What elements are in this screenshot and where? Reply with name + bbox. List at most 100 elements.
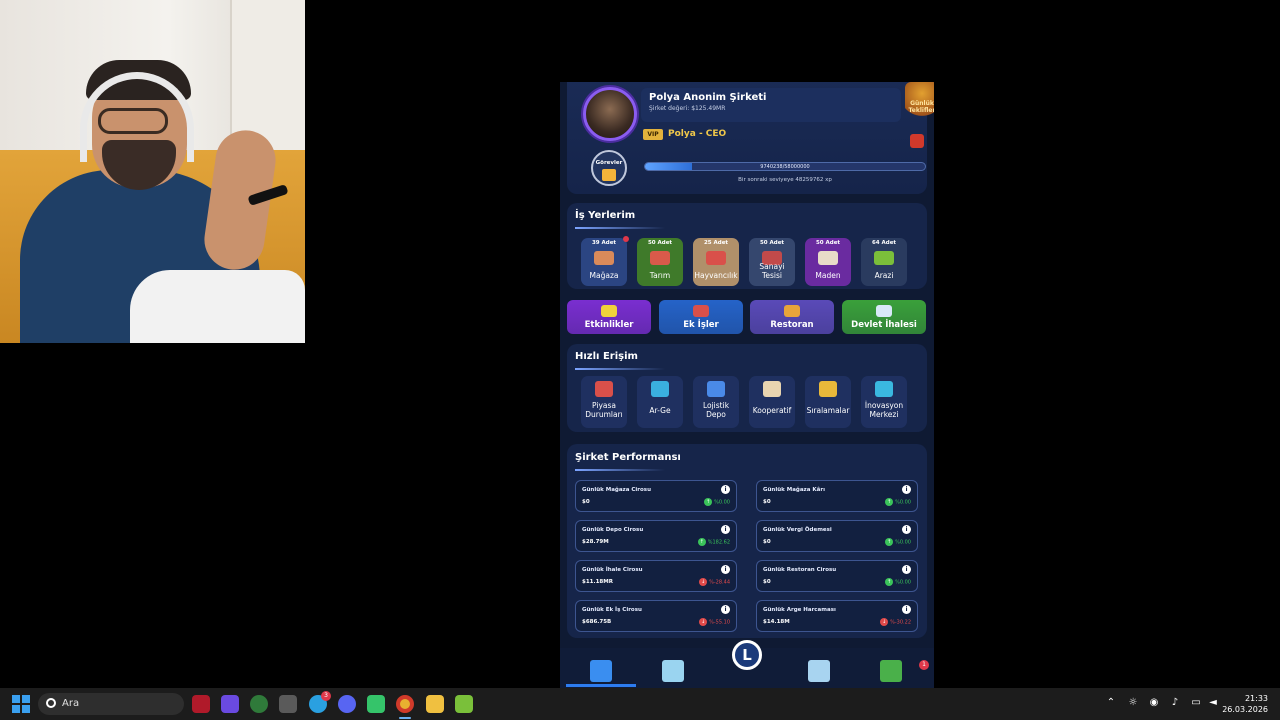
game-screen: Polya Anonim Şirketi Şirket değeri: $125… (560, 82, 934, 688)
workplace-5[interactable]: 64 Adet Arazi (861, 238, 907, 286)
nav-buildings-icon[interactable] (662, 660, 684, 682)
stat-change-value: %0.00 (895, 579, 911, 586)
workplace-label: Arazi (874, 271, 894, 280)
taskbar-search[interactable]: Ara (38, 693, 184, 715)
xp-progress-bar: 9740238/58000000 (644, 162, 926, 171)
stat-change: ↓ %-30.22 (880, 618, 911, 626)
stat-value: $28.79M (582, 539, 609, 545)
stat-change-value: %-55.10 (709, 619, 730, 626)
taskbar-app-explorer-icon[interactable] (426, 695, 444, 713)
tray-microphone-icon[interactable]: ♪ (1168, 696, 1182, 710)
tray-steam-icon[interactable]: ◉ (1147, 696, 1161, 710)
feature-button-2[interactable]: Restoran (750, 300, 834, 334)
taskbar-app-xbox-icon[interactable] (250, 695, 268, 713)
stat-value: $14.18M (763, 619, 790, 625)
tray-brightness-icon[interactable]: ☼ (1126, 696, 1140, 710)
stat-card-2[interactable]: Günlük Depo Cirosu $28.79M i ↑ %182.62 (575, 520, 737, 552)
stat-title: Günlük Vergi Ödemesi (763, 527, 832, 533)
quick-access-item-5[interactable]: İnovasyon Merkezi (861, 376, 907, 428)
taskbar-app-bluestacks-icon[interactable] (455, 695, 473, 713)
stat-card-6[interactable]: Günlük Ek İş Cirosu $686.75B i ↓ %-55.10 (575, 600, 737, 632)
gift-icon[interactable] (910, 134, 924, 148)
info-icon[interactable]: i (721, 525, 730, 534)
feature-label: Etkinlikler (584, 320, 634, 330)
workplace-count: 64 Adet (871, 240, 897, 246)
start-button[interactable] (12, 695, 30, 713)
quick-access-item-0[interactable]: Piyasa Durumları (581, 376, 627, 428)
workplace-2[interactable]: 25 Adet Hayvancılık (693, 238, 739, 286)
taskbar-app-studio-icon[interactable] (221, 695, 239, 713)
company-name: Polya Anonim Şirketi (649, 92, 767, 103)
xp-progress-text: 9740238/58000000 (760, 164, 810, 170)
stat-value: $0 (582, 499, 590, 505)
info-icon[interactable]: i (721, 485, 730, 494)
tray-volume-icon[interactable]: ◄ (1206, 696, 1220, 710)
clock-time: 21:33 (1244, 694, 1268, 703)
quick-access-icon (707, 381, 725, 397)
stat-change: ↑ %0.00 (885, 578, 911, 586)
nav-city-icon[interactable] (808, 660, 830, 682)
nav-wallet-icon[interactable] (880, 660, 902, 682)
tasks-button[interactable]: Görevler (591, 150, 627, 186)
taskbar-app-chrome-icon[interactable] (396, 695, 414, 713)
nav-dashboard-icon[interactable] (590, 660, 612, 682)
info-icon[interactable]: i (902, 525, 911, 534)
daily-offers-button[interactable]: Günlük Teklifler (905, 82, 934, 120)
info-icon[interactable]: i (902, 485, 911, 494)
stat-change-value: %182.62 (707, 539, 730, 546)
stat-change: ↓ %-28.44 (699, 578, 730, 586)
quick-access-item-2[interactable]: Lojistik Depo (693, 376, 739, 428)
taskbar-app-calculator-icon[interactable] (279, 695, 297, 713)
stat-card-1[interactable]: Günlük Mağaza Kârı $0 i ↑ %0.00 (756, 480, 918, 512)
tray-network-icon[interactable]: ▭ (1189, 696, 1203, 710)
quick-access-item-1[interactable]: Ar-Ge (637, 376, 683, 428)
taskbar-app-telegram-icon[interactable]: 3 (309, 691, 331, 713)
workplace-building-icon (594, 251, 614, 265)
workplace-1[interactable]: 50 Adet Tarım (637, 238, 683, 286)
feature-button-3[interactable]: Devlet İhalesi (842, 300, 926, 334)
stat-card-3[interactable]: Günlük Vergi Ödemesi $0 i ↑ %0.00 (756, 520, 918, 552)
trend-down-icon: ↓ (699, 618, 708, 626)
info-icon[interactable]: i (721, 565, 730, 574)
stat-title: Günlük Mağaza Cirosu (582, 487, 651, 493)
quick-access-icon (819, 381, 837, 397)
workplace-building-icon (706, 251, 726, 265)
quick-access-label: Ar-Ge (649, 406, 671, 415)
taskbar-clock[interactable]: 21:33 26.03.2026 (1222, 693, 1268, 715)
nav-center-logo-button[interactable]: L (732, 640, 762, 670)
search-icon (46, 698, 56, 708)
taskbar-app-discord-icon[interactable] (338, 695, 356, 713)
trend-down-icon: ↓ (699, 578, 708, 586)
stat-title: Günlük Restoran Cirosu (763, 567, 837, 573)
ceo-avatar[interactable] (583, 87, 637, 141)
stat-card-5[interactable]: Günlük Restoran Cirosu $0 i ↑ %0.00 (756, 560, 918, 592)
taskbar-app-whatsapp-icon[interactable] (367, 695, 385, 713)
workplace-4[interactable]: 50 Adet Maden (805, 238, 851, 286)
stat-value: $0 (763, 539, 771, 545)
workplaces-panel: İş Yerlerim 39 Adet Mağaza 50 Adet Tarım 25 … (567, 203, 927, 289)
company-value: Şirket değeri: $125.49MR (649, 105, 726, 112)
stat-title: Günlük İhale Cirosu (582, 567, 643, 573)
stat-card-7[interactable]: Günlük Arge Harcaması $14.18M i ↓ %-30.22 (756, 600, 918, 632)
taskbar-app-game-icon[interactable] (192, 695, 210, 713)
stat-card-0[interactable]: Günlük Mağaza Cirosu $0 i ↑ %0.00 (575, 480, 737, 512)
feature-button-1[interactable]: Ek İşler (659, 300, 743, 334)
tray-chevron-up-icon[interactable]: ⌃ (1104, 696, 1118, 710)
nav-active-indicator (566, 684, 636, 687)
workplace-3[interactable]: 50 Adet Sanayi Tesisi (749, 238, 795, 286)
info-icon[interactable]: i (902, 565, 911, 574)
nav-notification-badge: 1 (919, 660, 929, 670)
performance-title-underline (575, 469, 665, 471)
quick-access-item-4[interactable]: Sıralamalar (805, 376, 851, 428)
stat-title: Günlük Ek İş Cirosu (582, 607, 642, 613)
info-icon[interactable]: i (721, 605, 730, 614)
workplaces-title: İş Yerlerim (575, 210, 636, 221)
workplace-0[interactable]: 39 Adet Mağaza (581, 236, 629, 286)
quick-access-item-3[interactable]: Kooperatif (749, 376, 795, 428)
workplace-count: 50 Adet (759, 240, 785, 246)
stat-card-4[interactable]: Günlük İhale Cirosu $11.18MR i ↓ %-28.44 (575, 560, 737, 592)
info-icon[interactable]: i (902, 605, 911, 614)
workplace-label: Tarım (649, 271, 671, 280)
company-info[interactable]: Polya Anonim Şirketi Şirket değeri: $125… (641, 88, 901, 122)
feature-button-0[interactable]: Etkinlikler (567, 300, 651, 334)
